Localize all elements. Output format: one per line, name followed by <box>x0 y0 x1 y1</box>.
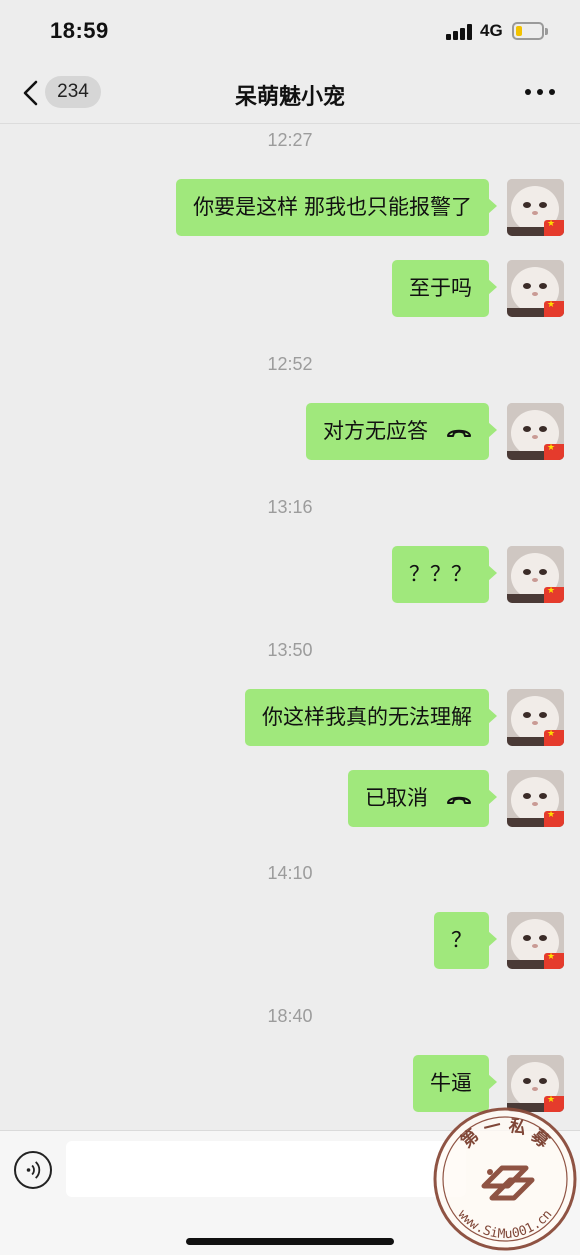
flag-badge-icon <box>544 728 564 746</box>
message-text: 你这样我真的无法理解 <box>262 706 472 729</box>
message-row: 已取消 <box>0 770 580 828</box>
avatar[interactable] <box>507 770 564 827</box>
flag-badge-icon <box>544 585 564 603</box>
timestamp: 13:16 <box>267 497 313 517</box>
watermark-seal-icon: 第 一 私 募 www.SiMu001.cn <box>433 1107 577 1251</box>
message-text: 至于吗 <box>409 277 472 300</box>
avatar[interactable] <box>507 179 564 236</box>
message-text: 已取消 <box>365 787 428 810</box>
avatar[interactable] <box>507 260 564 317</box>
battery-level <box>516 26 522 36</box>
home-indicator[interactable] <box>186 1238 394 1245</box>
message-row: 牛逼 <box>0 1055 580 1113</box>
message-bubble[interactable]: 至于吗 <box>392 260 497 317</box>
flag-badge-icon <box>544 951 564 969</box>
network-type: 4G <box>480 21 503 40</box>
chat-header: 234 呆萌魅小宠 <box>0 62 580 124</box>
flag-badge-icon <box>544 218 564 236</box>
chevron-left-icon[interactable] <box>18 79 44 107</box>
unread-count-badge[interactable]: 234 <box>45 76 101 108</box>
message-text: 对方无应答 <box>323 420 428 443</box>
avatar[interactable] <box>507 912 564 969</box>
message-input[interactable] <box>66 1141 466 1197</box>
status-time: 18:59 <box>50 18 109 43</box>
message-text: 牛逼 <box>430 1072 472 1095</box>
message-row: 你这样我真的无法理解 <box>0 689 580 747</box>
timestamp: 14:10 <box>267 863 313 883</box>
timestamp: 13:50 <box>267 640 313 660</box>
avatar[interactable] <box>507 546 564 603</box>
hangup-phone-icon <box>447 797 471 805</box>
message-bubble[interactable]: 已取消 <box>348 770 497 827</box>
message-text: ？ <box>451 929 472 952</box>
message-text: 你要是这样 那我也只能报警了 <box>193 196 472 219</box>
message-bubble[interactable]: 你要是这样 那我也只能报警了 <box>176 179 497 236</box>
message-row: 至于吗 <box>0 260 580 318</box>
message-bubble[interactable]: ？ <box>434 912 497 969</box>
flag-badge-icon <box>544 299 564 317</box>
more-horizontal-icon[interactable] <box>522 82 558 102</box>
message-bubble[interactable]: 对方无应答 <box>306 403 497 460</box>
hangup-phone-icon <box>447 430 471 438</box>
avatar[interactable] <box>507 403 564 460</box>
message-bubble[interactable]: 你这样我真的无法理解 <box>245 689 497 746</box>
message-bubble[interactable]: ？？？ <box>392 546 497 603</box>
status-bar: 18:59 4G <box>0 0 580 62</box>
message-row: 对方无应答 <box>0 403 580 461</box>
timestamp: 12:52 <box>267 354 313 374</box>
signal-strength-icon <box>446 24 474 40</box>
timestamp: 12:27 <box>267 130 313 150</box>
message-row: ？ <box>0 912 580 970</box>
battery-icon <box>512 22 548 40</box>
message-row: 你要是这样 那我也只能报警了 <box>0 179 580 237</box>
message-text: ？？？ <box>409 563 472 586</box>
avatar[interactable] <box>507 689 564 746</box>
flag-badge-icon <box>544 442 564 460</box>
voice-input-icon[interactable] <box>14 1151 52 1189</box>
avatar[interactable] <box>507 1055 564 1112</box>
timestamp: 18:40 <box>267 1006 313 1026</box>
message-bubble[interactable]: 牛逼 <box>413 1055 497 1112</box>
message-row: ？？？ <box>0 546 580 604</box>
flag-badge-icon <box>544 809 564 827</box>
